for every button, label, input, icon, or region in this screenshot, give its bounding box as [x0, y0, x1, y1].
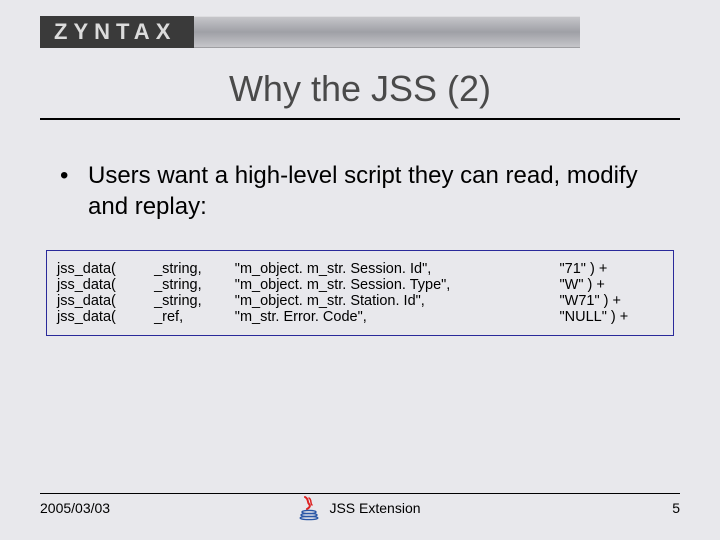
- code-path: "m_object. m_str. Session. Type",: [231, 277, 556, 293]
- logo-text: ZYNTAX: [40, 16, 194, 48]
- bullet-text: Users want a high-level script they can …: [60, 160, 680, 222]
- code-row: jss_data( _string, "m_object. m_str. Sta…: [53, 293, 667, 309]
- code-val: "71" ) +: [556, 261, 667, 277]
- slide: ZYNTAX Why the JSS (2) Users want a high…: [0, 0, 720, 540]
- code-type: _ref,: [150, 309, 231, 325]
- code-path: "m_str. Error. Code",: [231, 309, 556, 325]
- code-table: jss_data( _string, "m_object. m_str. Ses…: [53, 261, 667, 325]
- footer-center: JSS Extension: [40, 495, 680, 521]
- slide-title: Why the JSS (2): [40, 68, 680, 110]
- code-path: "m_object. m_str. Session. Id",: [231, 261, 556, 277]
- code-row: jss_data( _string, "m_object. m_str. Ses…: [53, 277, 667, 293]
- code-fn: jss_data(: [53, 277, 150, 293]
- code-type: _string,: [150, 277, 231, 293]
- code-path: "m_object. m_str. Station. Id",: [231, 293, 556, 309]
- page-number: 5: [672, 500, 680, 516]
- title-container: Why the JSS (2): [40, 68, 680, 120]
- code-box: jss_data( _string, "m_object. m_str. Ses…: [46, 250, 674, 336]
- logo-bar: ZYNTAX: [40, 16, 580, 48]
- code-val: "W" ) +: [556, 277, 667, 293]
- code-val: "W71" ) +: [556, 293, 667, 309]
- footer-center-label: JSS Extension: [329, 500, 420, 516]
- logo-strip: [194, 16, 580, 48]
- footer: 2005/03/03 JSS Extension 5: [40, 493, 680, 516]
- code-val: "NULL" ) +: [556, 309, 667, 325]
- code-row: jss_data( _string, "m_object. m_str. Ses…: [53, 261, 667, 277]
- code-fn: jss_data(: [53, 293, 150, 309]
- code-type: _string,: [150, 261, 231, 277]
- footer-date: 2005/03/03: [40, 500, 110, 516]
- code-type: _string,: [150, 293, 231, 309]
- code-fn: jss_data(: [53, 261, 150, 277]
- body: Users want a high-level script they can …: [60, 160, 680, 222]
- code-fn: jss_data(: [53, 309, 150, 325]
- java-logo-icon: [299, 495, 319, 521]
- code-row: jss_data( _ref, "m_str. Error. Code", "N…: [53, 309, 667, 325]
